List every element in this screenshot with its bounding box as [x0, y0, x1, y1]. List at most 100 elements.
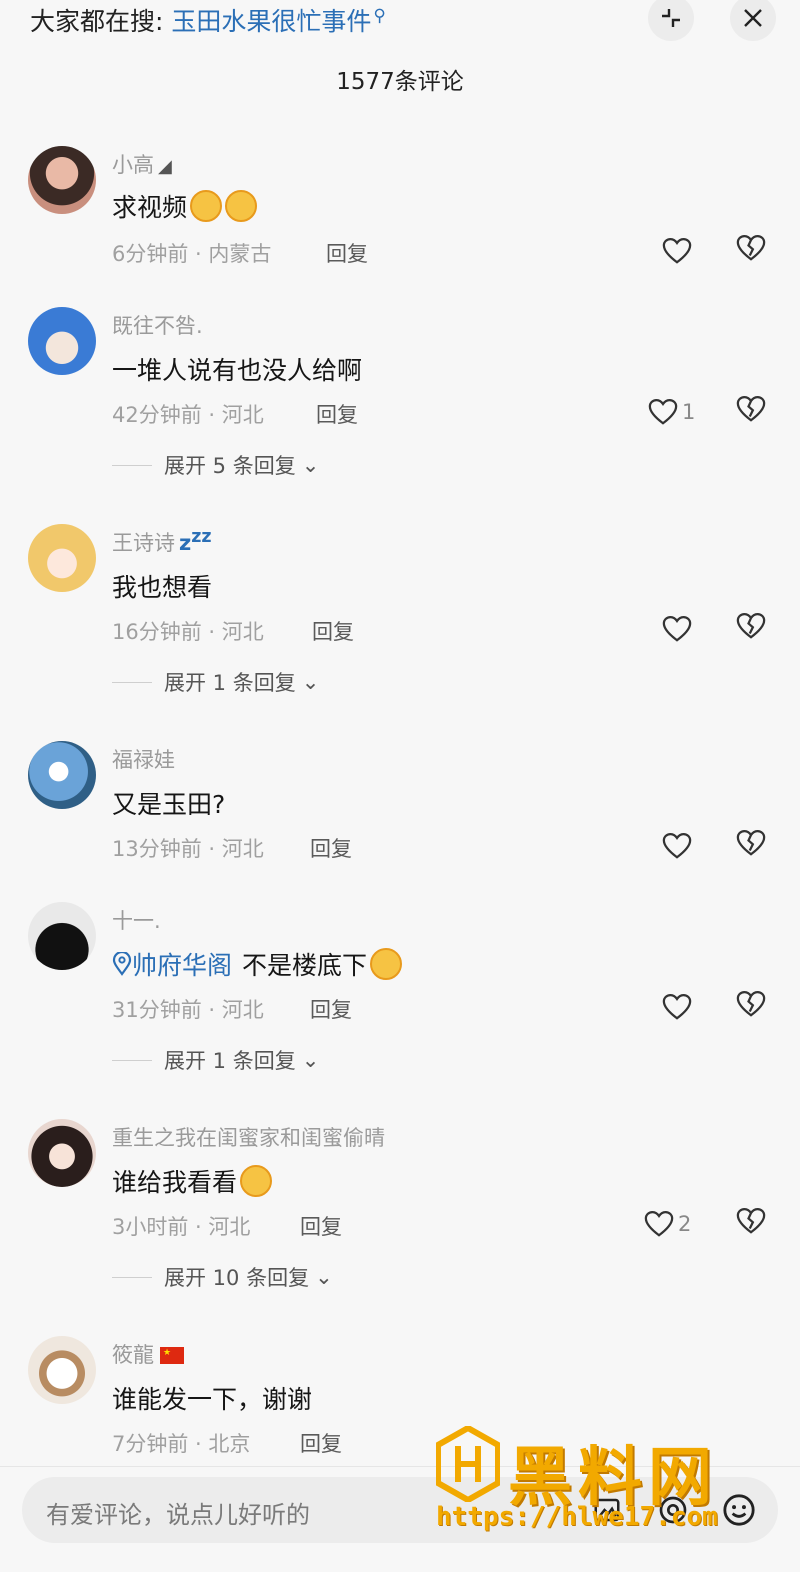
- divider: [112, 464, 152, 466]
- dislike-button[interactable]: [736, 234, 770, 268]
- location-pin-icon: [112, 952, 132, 976]
- comment-username[interactable]: 既往不咎.: [112, 310, 203, 340]
- like-button[interactable]: [662, 234, 722, 268]
- broken-heart-icon: [736, 612, 766, 639]
- like-button[interactable]: [662, 990, 722, 1024]
- like-button[interactable]: [662, 612, 722, 646]
- comment-text: 帅府华阁 不是楼底下: [112, 946, 403, 982]
- search-icon: ⚲: [373, 6, 386, 26]
- like-count: 2: [678, 1212, 692, 1236]
- reply-button[interactable]: 回复: [310, 833, 352, 863]
- trending-search-keyword[interactable]: 玉田水果很忙事件: [171, 7, 371, 36]
- close-button[interactable]: [730, 0, 776, 41]
- chevron-down-icon: ⌄: [301, 453, 320, 477]
- seal-icon: ◢: [158, 156, 172, 177]
- like-count: 1: [682, 400, 696, 424]
- like-button[interactable]: 2: [644, 1207, 704, 1241]
- reply-button[interactable]: 回复: [312, 616, 354, 646]
- heart-icon: [644, 1210, 674, 1237]
- chevron-down-icon: ⌄: [301, 670, 320, 694]
- divider: [112, 1059, 152, 1061]
- china-flag-icon: ★: [160, 1347, 184, 1364]
- avatar[interactable]: [28, 1336, 96, 1404]
- cat-emoji-icon: [225, 190, 258, 222]
- comment-text: 一堆人说有也没人给啊: [112, 356, 363, 385]
- like-button[interactable]: 1: [648, 395, 708, 429]
- broken-heart-icon: [736, 395, 766, 422]
- divider: [112, 1276, 152, 1278]
- comment-time-location: 6分钟前 · 内蒙古: [112, 242, 272, 266]
- close-icon: [744, 9, 762, 27]
- input-actions: [586, 1489, 760, 1531]
- cat-emoji-icon: [190, 190, 223, 222]
- sleep-zzz-icon: zzz: [179, 527, 212, 555]
- divider: [112, 681, 152, 683]
- expand-replies-button[interactable]: 展开 10 条回复 ⌄: [112, 1262, 333, 1292]
- reply-button[interactable]: 回复: [326, 238, 368, 268]
- top-bar: 大家都在搜: 玉田水果很忙事件 ⚲: [0, 0, 800, 41]
- expand-replies-button[interactable]: 展开 1 条回复 ⌄: [112, 1045, 319, 1075]
- comment-time-location: 13分钟前 · 河北: [112, 837, 264, 861]
- comment-input[interactable]: 有爱评论，说点儿好听的: [22, 1477, 778, 1543]
- image-button[interactable]: [586, 1489, 628, 1531]
- at-sign-icon: [659, 1496, 687, 1524]
- comment-time-location: 7分钟前 · 北京: [112, 1432, 251, 1456]
- comment-input-placeholder: 有爱评论，说点儿好听的: [46, 1501, 310, 1529]
- comment-input-bar: 有爱评论，说点儿好听的: [0, 1466, 800, 1572]
- dislike-button[interactable]: [736, 1207, 770, 1241]
- smug-emoji-icon: [370, 948, 403, 980]
- location-tag[interactable]: 帅府华阁: [112, 946, 232, 982]
- like-button[interactable]: [662, 829, 722, 863]
- comment-username[interactable]: 十一.: [112, 905, 161, 935]
- image-icon: [594, 1498, 620, 1522]
- comment-time-location: 31分钟前 · 河北: [112, 998, 264, 1022]
- trending-search-hint[interactable]: 大家都在搜: 玉田水果很忙事件 ⚲: [30, 2, 386, 38]
- comment-text: 谁给我看看: [112, 1163, 273, 1199]
- comment-username[interactable]: 福禄娃: [112, 744, 175, 774]
- reply-button[interactable]: 回复: [316, 399, 358, 429]
- comment-text: 又是玉田?: [112, 790, 226, 819]
- avatar[interactable]: [28, 1119, 96, 1187]
- comment-text: 谁能发一下，谢谢: [112, 1385, 313, 1414]
- dislike-button[interactable]: [736, 612, 770, 646]
- dislike-button[interactable]: [736, 829, 770, 863]
- comment-username[interactable]: 小高 ◢: [112, 149, 172, 179]
- expand-replies-button[interactable]: 展开 5 条回复 ⌄: [112, 450, 319, 480]
- trending-search-prefix: 大家都在搜:: [30, 7, 164, 36]
- avatar[interactable]: [28, 307, 96, 375]
- emoji-button[interactable]: [718, 1489, 760, 1531]
- smiley-icon: [723, 1494, 755, 1526]
- comment-username[interactable]: 筱龍 ★: [112, 1339, 184, 1369]
- avatar[interactable]: [28, 524, 96, 592]
- avatar[interactable]: [28, 902, 96, 970]
- comment-text: 求视频: [112, 188, 258, 224]
- chevron-down-icon: ⌄: [315, 1265, 333, 1289]
- mention-button[interactable]: [652, 1489, 694, 1531]
- broken-heart-icon: [736, 1207, 766, 1234]
- avatar[interactable]: [28, 741, 96, 809]
- dislike-button[interactable]: [736, 395, 770, 429]
- reply-button[interactable]: 回复: [310, 994, 352, 1024]
- heart-icon: [662, 237, 692, 264]
- avatar[interactable]: [28, 146, 96, 214]
- collapse-icon: [662, 9, 680, 27]
- chevron-down-icon: ⌄: [301, 1048, 320, 1072]
- comment-time-location: 16分钟前 · 河北: [112, 620, 264, 644]
- comment-username[interactable]: 王诗诗 zzz: [112, 527, 212, 557]
- heart-icon: [662, 615, 692, 642]
- comment-time-location: 3小时前 · 河北: [112, 1215, 251, 1239]
- heart-icon: [648, 398, 678, 425]
- reply-button[interactable]: 回复: [300, 1211, 342, 1241]
- broken-heart-icon: [736, 829, 766, 856]
- pleading-emoji-icon: [240, 1165, 273, 1197]
- collapse-button[interactable]: [648, 0, 694, 41]
- heart-icon: [662, 832, 692, 859]
- comment-text: 我也想看: [112, 573, 213, 602]
- comment-time-location: 42分钟前 · 河北: [112, 403, 264, 427]
- heart-icon: [662, 993, 692, 1020]
- comment-username[interactable]: 重生之我在闺蜜家和闺蜜偷晴: [112, 1122, 385, 1152]
- reply-button[interactable]: 回复: [300, 1428, 342, 1458]
- expand-replies-button[interactable]: 展开 1 条回复 ⌄: [112, 667, 319, 697]
- broken-heart-icon: [736, 990, 766, 1017]
- dislike-button[interactable]: [736, 990, 770, 1024]
